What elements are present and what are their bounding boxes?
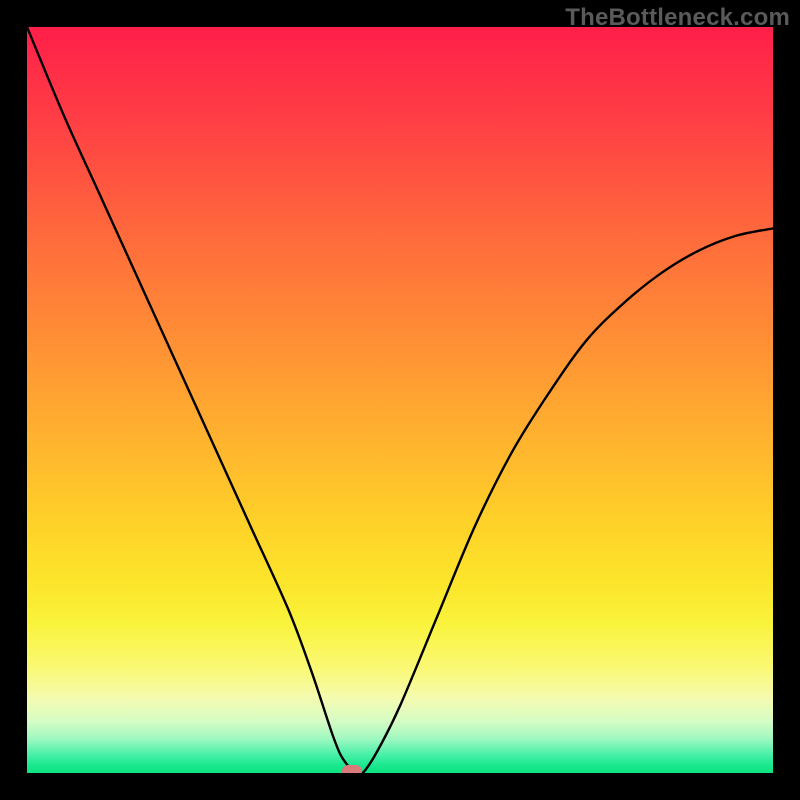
- optimum-marker: [342, 765, 362, 773]
- watermark-text: TheBottleneck.com: [565, 4, 790, 32]
- plot-area: [27, 27, 773, 773]
- bottleneck-curve: [27, 27, 773, 773]
- chart-container: TheBottleneck.com: [0, 0, 800, 800]
